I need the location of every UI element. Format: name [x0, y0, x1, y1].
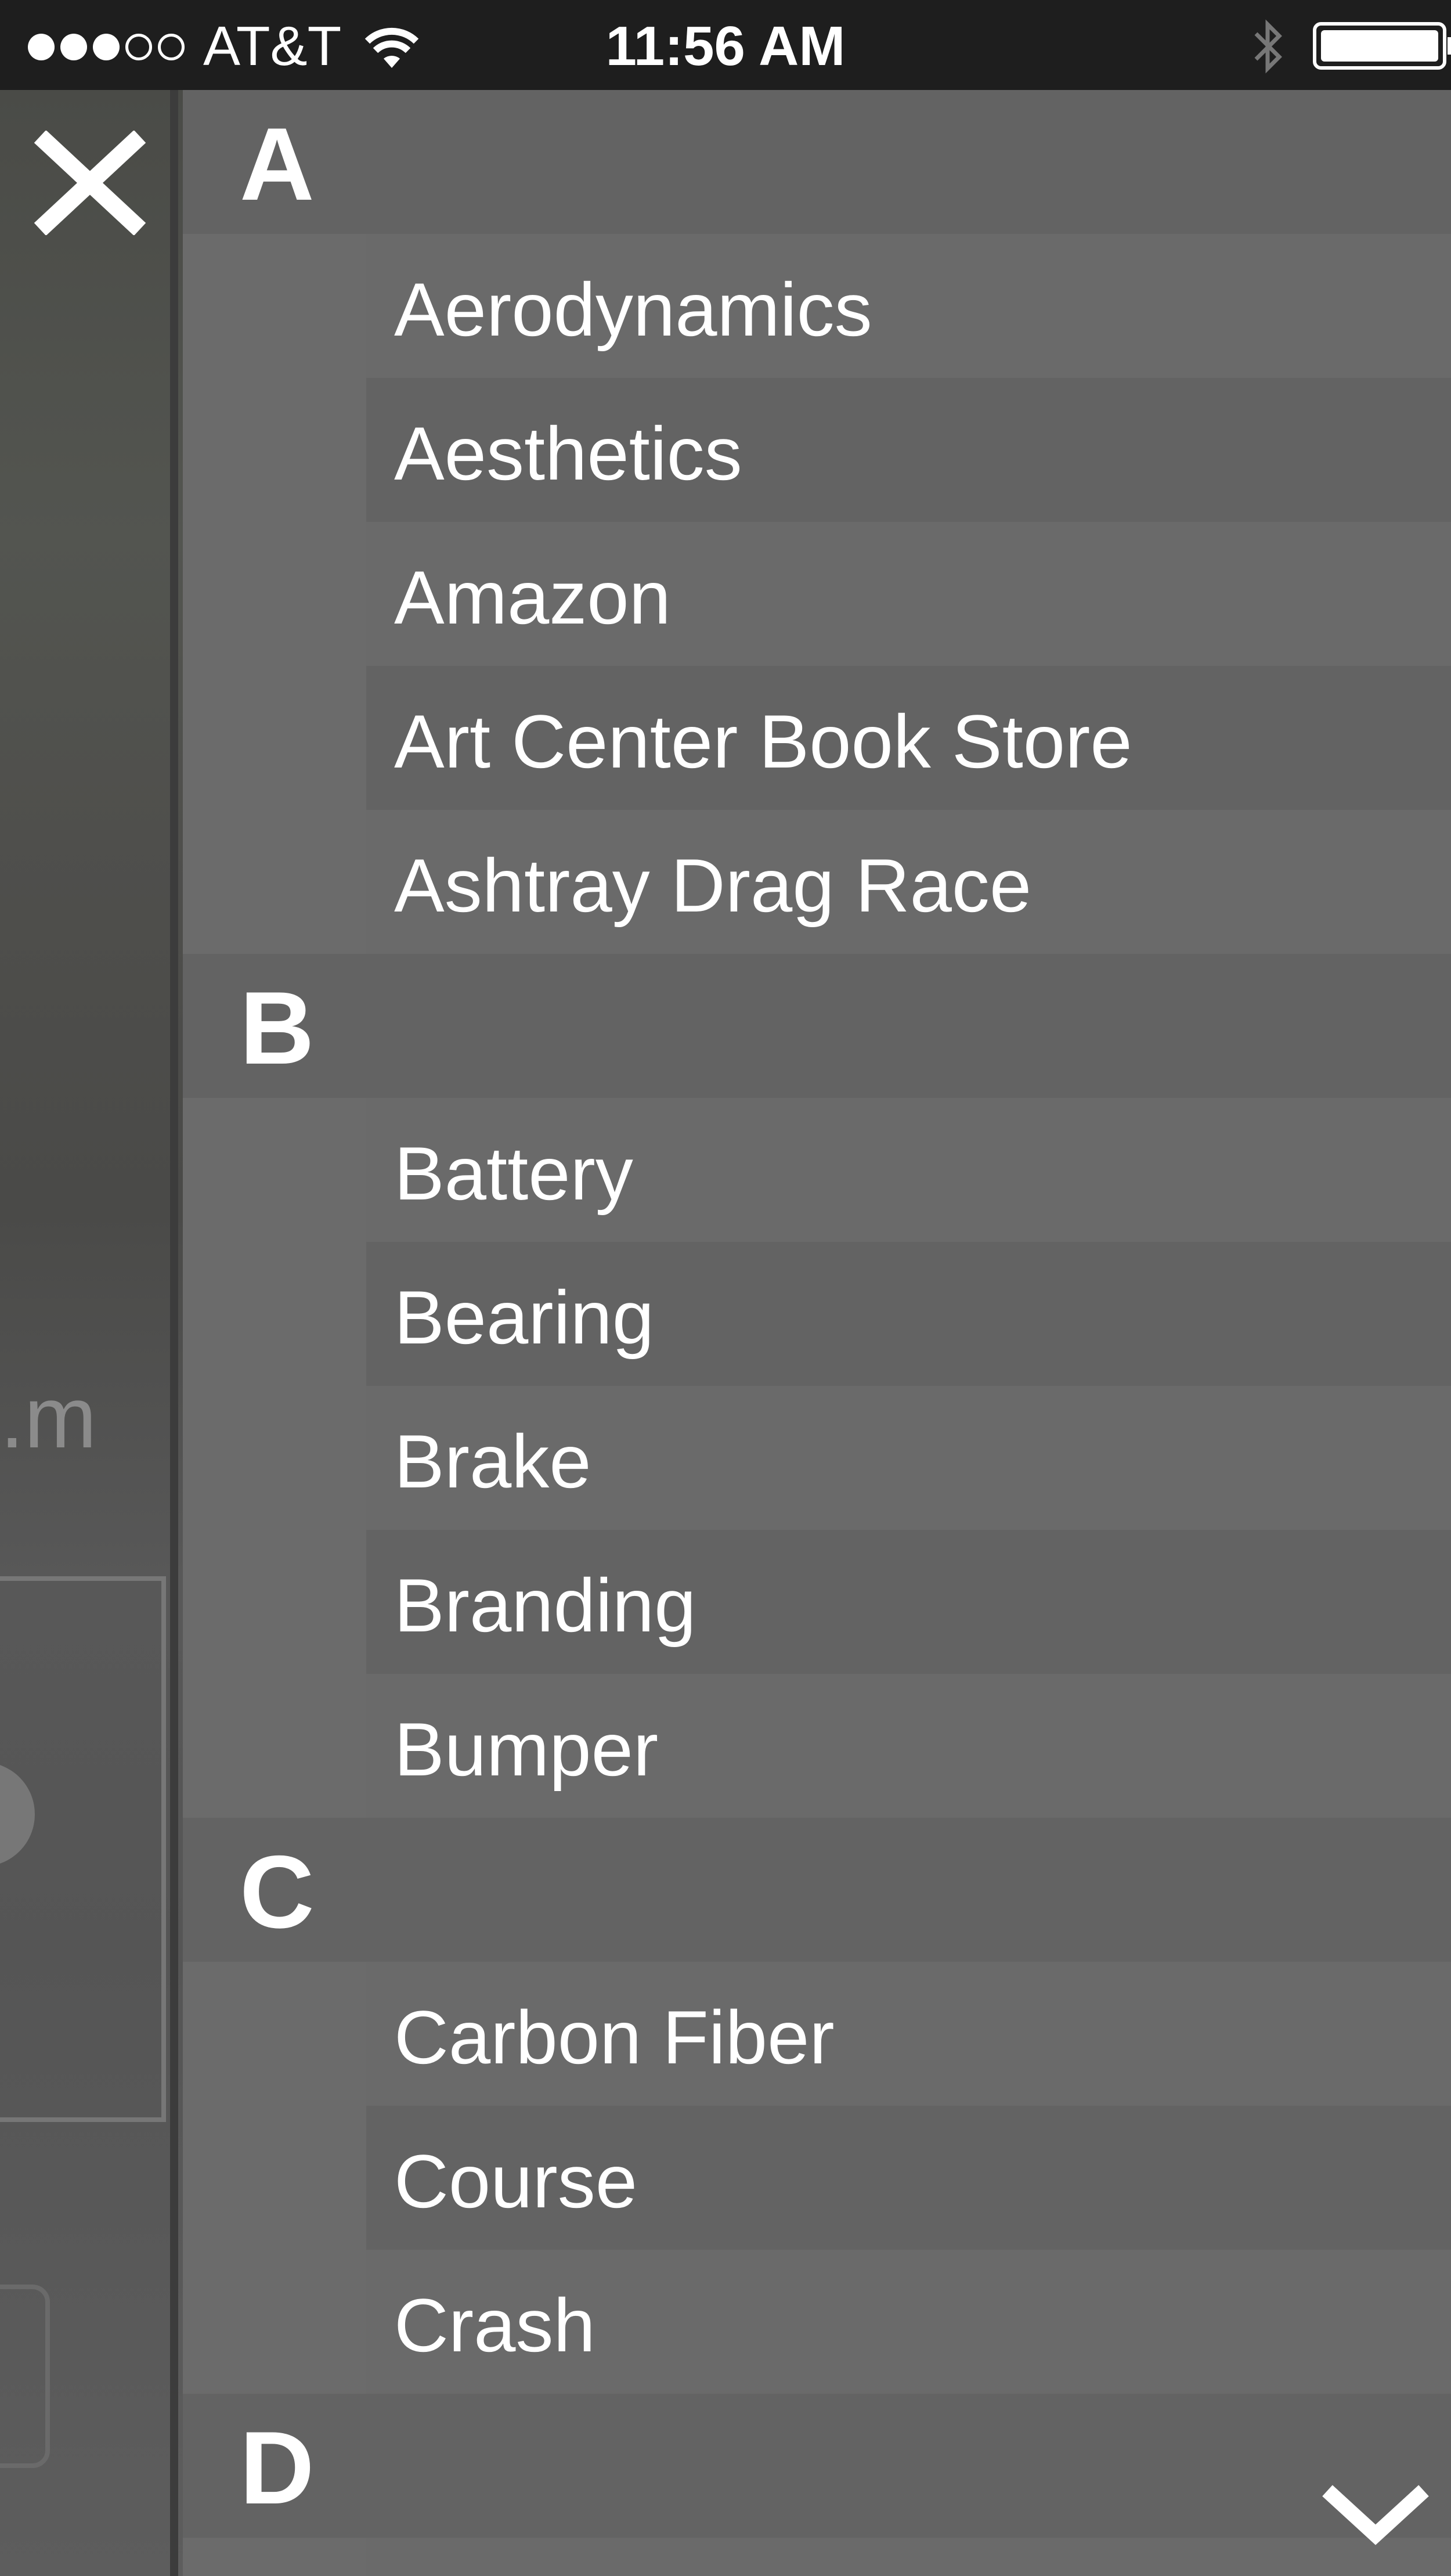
index-item-label: Bumper [394, 1707, 659, 1792]
index-item-label: Carbon Fiber [394, 1995, 835, 2080]
section-letter: A [240, 106, 315, 222]
index-item-crash[interactable]: Crash [366, 2250, 1451, 2394]
battery-icon [1313, 22, 1451, 70]
section-letter: B [240, 970, 315, 1086]
panel-divider [170, 90, 178, 2576]
index-item-aesthetics[interactable]: Aesthetics [366, 378, 1451, 522]
index-item-label: Aesthetics [394, 411, 742, 496]
index-item-brake[interactable]: Brake [366, 1386, 1451, 1530]
section-header-d: D [183, 2394, 1451, 2538]
index-item-label: Branding [394, 1563, 696, 1648]
index-item-label: Ashtray Drag Race [394, 843, 1032, 928]
index-item-bumper[interactable]: Bumper [366, 1674, 1451, 1818]
chevron-down-icon[interactable] [1320, 2483, 1431, 2546]
index-panel: A Aerodynamics Aesthetics Amazon Art Cen… [183, 90, 1451, 2576]
index-item-battery[interactable]: Battery [366, 1098, 1451, 1242]
index-item-label: Course [394, 2139, 638, 2224]
index-indent [183, 90, 366, 2576]
index-item-bearing[interactable]: Bearing [366, 1242, 1451, 1386]
section-letter: D [240, 2410, 315, 2525]
status-time: 11:56 AM [605, 15, 846, 77]
index-item-amazon[interactable]: Amazon [366, 522, 1451, 666]
index-item-carbon-fiber[interactable]: Carbon Fiber [366, 1962, 1451, 2106]
index-item-ashtray-drag-race[interactable]: Ashtray Drag Race [366, 810, 1451, 954]
index-item-label: Amazon [394, 555, 671, 640]
index-item-branding[interactable]: Branding [366, 1530, 1451, 1674]
section-header-c: C [183, 1818, 1451, 1962]
background-card [0, 1576, 166, 2122]
bluetooth-icon [1254, 19, 1282, 74]
index-item-label: Battery [394, 1131, 633, 1216]
index-item-label: Aerodynamics [394, 267, 872, 352]
index-item-course[interactable]: Course [366, 2106, 1451, 2250]
index-item-label: Bearing [394, 1275, 655, 1360]
background-content: .m [0, 90, 183, 2576]
section-header-b: B [183, 954, 1451, 1098]
index-item-art-center-book-store[interactable]: Art Center Book Store [366, 666, 1451, 810]
status-bar: AT&T 11:56 AM [0, 0, 1451, 90]
index-item-label: Brake [394, 1419, 591, 1504]
close-icon[interactable] [32, 131, 148, 235]
section-letter: C [240, 1834, 315, 1950]
index-item-label: Crash [394, 2283, 595, 2368]
index-item-label: Art Center Book Store [394, 699, 1132, 784]
index-item-partial [366, 2538, 1451, 2576]
index-item-aerodynamics[interactable]: Aerodynamics [366, 234, 1451, 378]
section-header-a: A [183, 90, 1451, 234]
background-partial-text: .m [0, 1368, 97, 1466]
background-rounded-button [0, 2285, 50, 2468]
